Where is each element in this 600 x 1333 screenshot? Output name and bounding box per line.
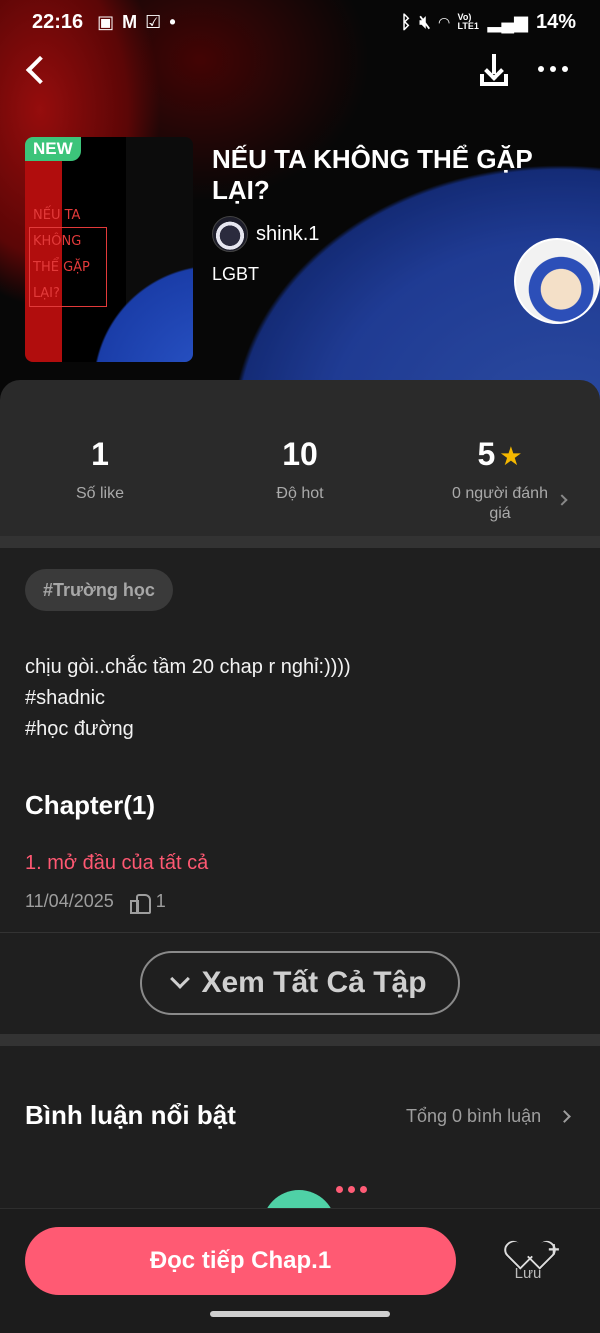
bluetooth-icon: ᛒ	[400, 11, 412, 32]
divider	[0, 932, 600, 933]
rating-label: 0 người đánh giá	[452, 485, 548, 522]
chapter-likes: 1	[155, 891, 166, 911]
hot-label: Độ hot	[276, 485, 324, 502]
likes-label: Số like	[75, 485, 125, 502]
bottom-bar: Đọc tiếp Chap.1 + Lưu	[0, 1208, 600, 1333]
rating-value: 5	[477, 436, 496, 472]
stat-likes: 1 Số like	[0, 436, 200, 502]
download-icon[interactable]	[478, 52, 512, 88]
author-avatar[interactable]	[212, 216, 248, 252]
signal-icon: ▂▄▆	[487, 11, 528, 32]
section-separator	[0, 1034, 600, 1046]
chapter-date: 11/04/2025	[25, 891, 114, 911]
network-label: Vo) LTE1	[457, 12, 479, 31]
likes-count: 1	[91, 436, 109, 472]
typing-dots-icon	[336, 1186, 367, 1193]
heart-plus-icon: +	[512, 1229, 560, 1261]
stats-panel: 1 Số like 10 Độ hot 5 ★ 0 người đánh giá	[0, 380, 600, 536]
chapter-meta: 11/04/2025 1	[25, 891, 166, 914]
stat-hot: 10 Độ hot	[200, 436, 400, 502]
author-name[interactable]: shink.1	[256, 223, 319, 246]
description-line: #học đường	[25, 718, 134, 740]
save-label: Lưu	[514, 1265, 542, 1282]
back-icon[interactable]	[22, 52, 52, 88]
dot-icon: •	[169, 11, 176, 32]
chapter-link[interactable]: 1. mở đầu của tất cả	[25, 852, 208, 875]
author-row[interactable]: shink.1	[212, 216, 319, 252]
checkbox-icon: ☑	[145, 11, 162, 32]
new-badge: NEW	[25, 137, 81, 161]
cover-title-art: NẾU TA KHÔNG THỂ GẶP LẠI?	[33, 208, 90, 301]
hot-count: 10	[282, 436, 318, 472]
comic-title: NẾU TA KHÔNG THỂ GẶP LẠI?	[212, 144, 533, 205]
mute-icon: 🔇︎	[419, 11, 431, 32]
section-separator	[0, 536, 600, 548]
view-all-chapters-button[interactable]: Xem Tất Cả Tập	[140, 951, 460, 1015]
star-icon: ★	[499, 441, 523, 471]
stat-rating[interactable]: 5 ★ 0 người đánh giá	[400, 436, 600, 522]
description-line: chịu gòi..chắc tầm 20 chap r nghỉ:))))	[25, 656, 351, 678]
chevron-right-icon[interactable]	[558, 1110, 571, 1123]
top-bar	[0, 48, 600, 92]
wifi-icon: ◠	[438, 13, 450, 30]
save-button[interactable]: + Lưu	[498, 1229, 560, 1282]
genre-label: LGBT	[212, 264, 260, 284]
status-bar: 22:16 ▣ M ☑ • ᛒ 🔇︎ ◠ Vo) LTE1 ▂▄▆ 14%	[0, 0, 600, 44]
gmail-icon: M	[122, 11, 138, 32]
view-all-label: Xem Tất Cả Tập	[201, 966, 427, 999]
comic-cover: NẾU TA KHÔNG THỂ GẶP LẠI? NEW	[25, 137, 193, 362]
description: chịu gòi..chắc tầm 20 chap r nghỉ:)))) #…	[25, 652, 351, 745]
comments-heading: Bình luận nổi bật	[25, 1100, 236, 1130]
image-icon: ▣	[97, 11, 115, 32]
comments-total-link[interactable]: Tổng 0 bình luận	[406, 1106, 541, 1127]
home-indicator[interactable]	[210, 1311, 390, 1317]
continue-reading-button[interactable]: Đọc tiếp Chap.1	[25, 1227, 456, 1295]
battery-percent: 14%	[535, 10, 576, 33]
chapter-heading: Chapter(1)	[25, 790, 156, 820]
creator-avatar[interactable]	[514, 238, 600, 324]
thumbs-up-icon	[129, 893, 151, 914]
chevron-down-icon	[170, 969, 191, 989]
description-line: #shadnic	[25, 687, 106, 709]
tag-chip[interactable]: #Trường học	[25, 569, 173, 611]
more-icon[interactable]	[538, 66, 568, 72]
status-time: 22:16	[32, 10, 84, 33]
